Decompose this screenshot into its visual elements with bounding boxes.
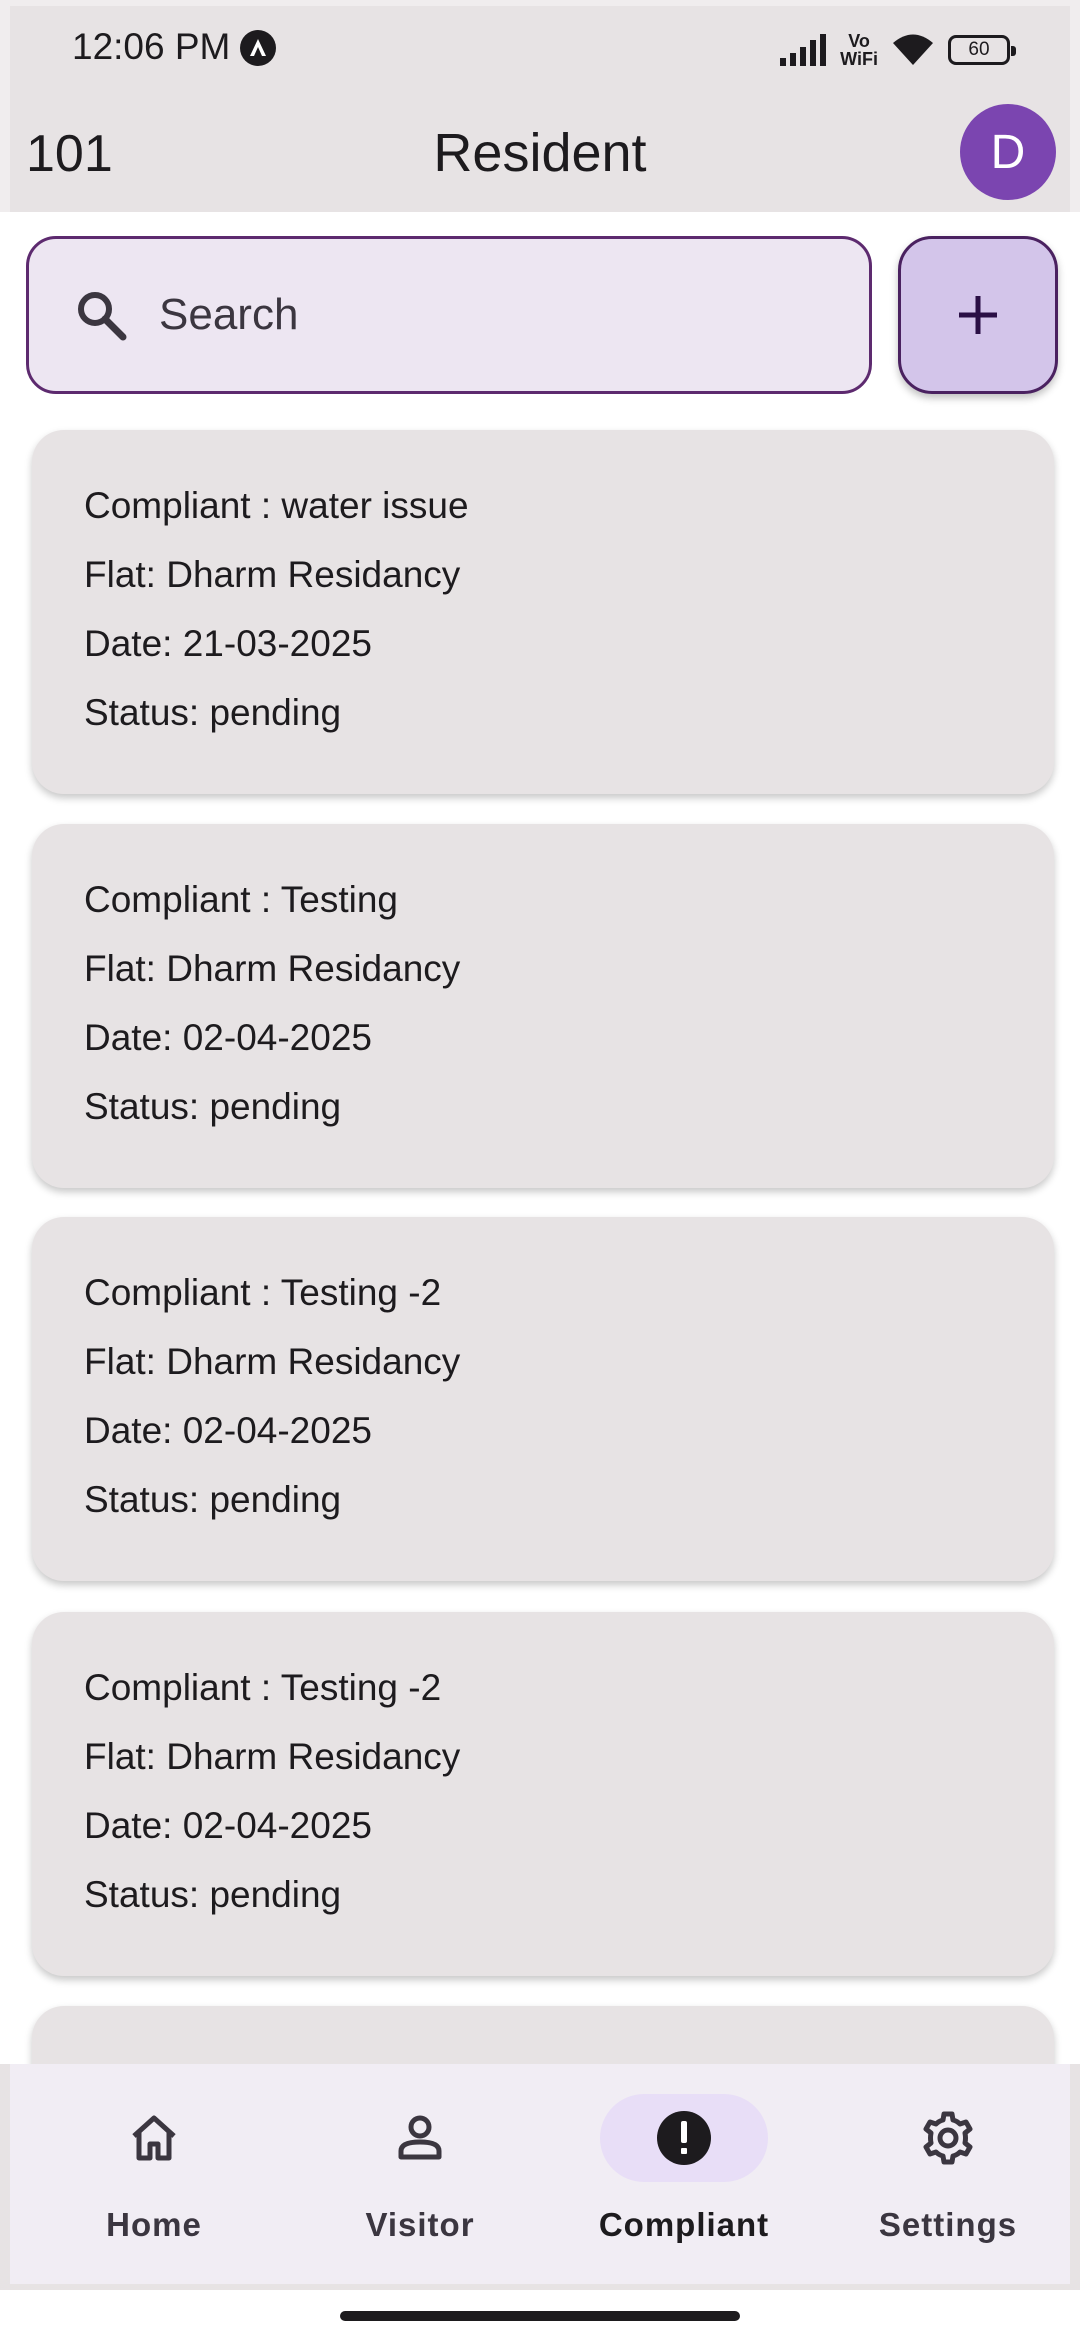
nav-item-home[interactable]: Home: [54, 2094, 254, 2264]
complaint-card-partial[interactable]: [32, 2006, 1054, 2064]
complaint-title: Compliant : Testing -2: [84, 1667, 442, 1708]
gear-icon: [923, 2111, 973, 2165]
complaint-card[interactable]: Compliant : Testing Flat: Dharm Residanc…: [32, 824, 1054, 1188]
signal-icon: [780, 34, 827, 66]
bottom-navigation: Home Visitor Compliant Settings: [0, 2064, 1080, 2290]
battery-level: 60: [968, 39, 990, 60]
complaint-flat: Flat: Dharm Residancy: [84, 1736, 461, 1777]
complaint-date: Date: 21-03-2025: [84, 623, 372, 664]
complaint-status: Status: pending: [84, 1874, 342, 1915]
status-icons: Vo WiFi 60: [778, 30, 1016, 70]
complaint-flat: Flat: Dharm Residancy: [84, 554, 461, 595]
nav-label-settings: Settings: [878, 2206, 1018, 2243]
nav-item-visitor[interactable]: Visitor: [320, 2094, 520, 2264]
complaint-status: Status: pending: [84, 1086, 342, 1127]
complaint-date: Date: 02-04-2025: [84, 1410, 372, 1451]
unit-number: 101: [26, 125, 113, 183]
complaint-card[interactable]: Compliant : Testing -2 Flat: Dharm Resid…: [32, 1217, 1054, 1581]
complaint-flat: Flat: Dharm Residancy: [84, 1341, 461, 1382]
search-input[interactable]: Search: [26, 236, 872, 394]
complaint-list-area[interactable]: Search Compliant : water issue Flat: Dha…: [10, 212, 1070, 2064]
nav-item-compliant[interactable]: Compliant: [584, 2094, 784, 2264]
complaint-card[interactable]: Compliant : Testing -2 Flat: Dharm Resid…: [32, 1612, 1054, 1976]
avatar[interactable]: D: [960, 104, 1056, 200]
complaint-date: Date: 02-04-2025: [84, 1805, 372, 1846]
complaint-title: Compliant : Testing: [84, 879, 398, 920]
nav-pill-visitor: [336, 2094, 504, 2182]
status-bar: 12:06 PM Vo WiFi 60: [0, 0, 1080, 96]
nav-label-home: Home: [106, 2206, 202, 2243]
plus-icon: [959, 296, 997, 334]
wifi-icon: [893, 34, 933, 65]
complaint-status: Status: pending: [84, 1479, 342, 1520]
nav-pill-settings: [864, 2094, 1032, 2182]
app-bar: Resident 101 D: [0, 96, 1080, 212]
complaint-status: Status: pending: [84, 692, 342, 733]
complaint-date: Date: 02-04-2025: [84, 1017, 372, 1058]
nav-pill-home: [70, 2094, 238, 2182]
complaint-flat: Flat: Dharm Residancy: [84, 948, 461, 989]
home-indicator[interactable]: [340, 2311, 740, 2321]
app-screen: 12:06 PM Vo WiFi 60 Resident 101 D Searc…: [0, 0, 1080, 2340]
nav-pill-compliant: [600, 2094, 768, 2182]
search-placeholder: Search: [159, 290, 299, 339]
battery-icon: 60: [948, 35, 1016, 65]
vowifi-icon: Vo WiFi: [840, 31, 878, 69]
nav-label-visitor: Visitor: [365, 2206, 475, 2243]
add-complaint-button[interactable]: [898, 236, 1058, 394]
home-icon: [132, 2115, 176, 2161]
person-icon: [398, 2115, 442, 2160]
alert-circle-icon: [657, 2111, 711, 2165]
notification-app-icon: [240, 30, 276, 66]
page-title: Resident: [433, 123, 647, 183]
complaint-card[interactable]: Compliant : water issue Flat: Dharm Resi…: [32, 430, 1054, 794]
status-time: 12:06 PM: [72, 26, 231, 67]
avatar-initial: D: [990, 125, 1026, 179]
complaint-title: Compliant : Testing -2: [84, 1272, 442, 1313]
search-icon: [73, 287, 129, 343]
nav-item-settings[interactable]: Settings: [848, 2094, 1048, 2264]
complaint-title: Compliant : water issue: [84, 485, 469, 526]
nav-label-compliant: Compliant: [598, 2206, 770, 2243]
